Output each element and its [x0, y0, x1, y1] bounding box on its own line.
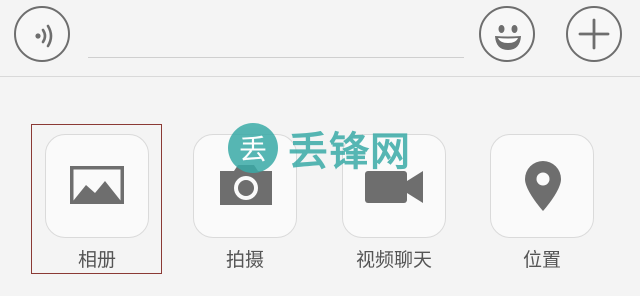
camera-label: 拍摄: [225, 249, 264, 271]
smiley-face-icon: [495, 25, 521, 50]
more-panel: 相册 拍摄 视频聊天 位置: [0, 77, 640, 296]
chat-input-bar: [0, 0, 640, 77]
location-button[interactable]: [490, 134, 594, 238]
watermark-logo: 丢 丢锋网: [228, 122, 411, 175]
emoji-button[interactable]: [479, 6, 535, 62]
watermark-text: 丢锋网: [288, 129, 411, 175]
more-button[interactable]: [566, 6, 622, 62]
album-button[interactable]: [45, 134, 149, 238]
location-label: 位置: [522, 249, 561, 271]
album-label: 相册: [77, 249, 116, 271]
plus-icon: [578, 18, 610, 50]
watermark-badge: 丢: [228, 123, 278, 173]
message-input[interactable]: [88, 10, 464, 58]
video-chat-label: 视频聊天: [355, 249, 432, 271]
location-pin-icon: [525, 161, 561, 211]
image-icon: [70, 166, 124, 204]
voice-wave-icon: [35, 24, 53, 48]
voice-button[interactable]: [14, 6, 70, 62]
